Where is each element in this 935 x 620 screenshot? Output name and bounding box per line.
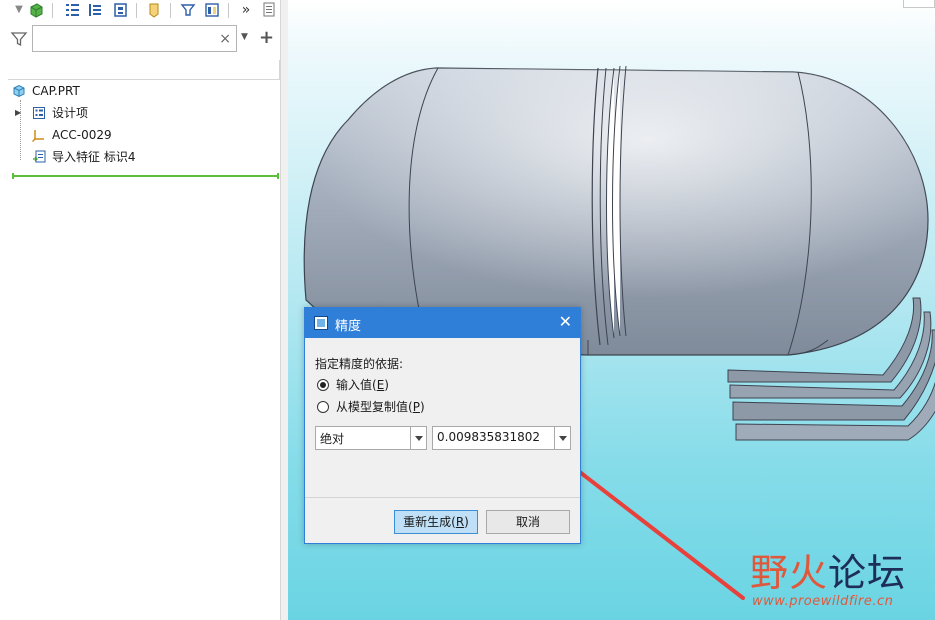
dialog-footer: 重新生成(R) 取消: [305, 497, 580, 543]
toolbar-separator: [52, 3, 53, 18]
tree-item-label: CAP.PRT: [32, 84, 80, 98]
dialog-titlebar[interactable]: 精度 ✕: [305, 308, 580, 338]
collapse-arrow-icon[interactable]: ▼: [10, 1, 28, 19]
precision-basis-label: 指定精度的依据:: [315, 357, 404, 371]
tree-header: [8, 60, 280, 80]
tree-item-label: 导入特征 标识4: [52, 150, 136, 164]
radio-copy-from-model[interactable]: 从模型复制值(P): [315, 398, 475, 416]
tree-filter-list-icon[interactable]: [86, 1, 104, 19]
precision-value[interactable]: 0.009835831802: [437, 430, 540, 444]
pin-icon[interactable]: [145, 1, 163, 19]
site-watermark: 野火论坛 www.proewildfire.cn: [748, 542, 935, 617]
precision-mode-select[interactable]: 绝对: [315, 426, 427, 450]
watermark-logo-text: 野火论坛: [750, 551, 907, 595]
precision-value-field[interactable]: 0.009835831802: [432, 426, 571, 450]
insert-here-marker[interactable]: [12, 173, 279, 179]
tree-item-label: ACC-0029: [52, 128, 112, 142]
filter-icon[interactable]: [10, 30, 28, 48]
toolbar-separator: [228, 3, 229, 18]
model-tree-toolbar: ▼ »: [0, 0, 280, 22]
radio-button[interactable]: [317, 379, 329, 391]
model-tree-panel: ▼ » × ▼ + CAP.PRT ▶ 设计项 ACC-0029 导入特征 标识…: [0, 0, 288, 620]
precision-mode-value: 绝对: [320, 432, 345, 446]
add-filter-icon[interactable]: +: [259, 27, 274, 48]
coordinate-system-icon: [32, 130, 44, 142]
dialog-title: 精度: [335, 319, 362, 334]
radio-label: 从模型复制值(P): [336, 400, 425, 414]
radio-enter-value[interactable]: 输入值(E): [315, 376, 455, 394]
radio-label: 输入值(E): [336, 378, 389, 392]
tree-filter-icon[interactable]: [179, 1, 197, 19]
tree-item-label: 设计项: [52, 106, 89, 120]
tree-settings-icon[interactable]: [260, 1, 278, 19]
tree-list-icon[interactable]: [63, 1, 81, 19]
design-items-icon: [33, 107, 45, 119]
expand-arrow-icon[interactable]: ▶: [15, 103, 21, 123]
regenerate-button[interactable]: 重新生成(R): [394, 510, 478, 534]
search-input[interactable]: [37, 30, 217, 48]
part-icon: [13, 84, 25, 98]
chevron-down-icon[interactable]: [554, 427, 570, 449]
dialog-body: 指定精度的依据: 输入值(E) 从模型复制值(P) 绝对 0.009835831…: [305, 338, 580, 498]
chevron-down-icon[interactable]: ▼: [241, 32, 248, 42]
more-tools-icon[interactable]: »: [237, 1, 255, 19]
tree-search-row: × ▼ +: [0, 24, 280, 54]
search-box[interactable]: ×: [32, 25, 237, 52]
close-icon[interactable]: ✕: [559, 312, 572, 332]
clear-search-icon[interactable]: ×: [219, 30, 231, 48]
toolbar-separator: [170, 3, 171, 18]
cancel-button[interactable]: 取消: [486, 510, 570, 534]
layer-tree-icon[interactable]: [112, 1, 130, 19]
import-feature-icon: [33, 150, 46, 163]
dialog-app-icon: [314, 316, 328, 330]
precision-dialog: 精度 ✕ 指定精度的依据: 输入值(E) 从模型复制值(P) 绝对 0.0098…: [304, 307, 581, 544]
chevron-down-icon[interactable]: [410, 427, 426, 449]
show-part-icon[interactable]: [27, 1, 45, 19]
toolbar-separator: [136, 3, 137, 18]
watermark-url: www.proewildfire.cn: [752, 594, 894, 609]
radio-button[interactable]: [317, 401, 329, 413]
panel-splitter[interactable]: [280, 0, 288, 620]
tree-columns-icon[interactable]: [203, 1, 221, 19]
